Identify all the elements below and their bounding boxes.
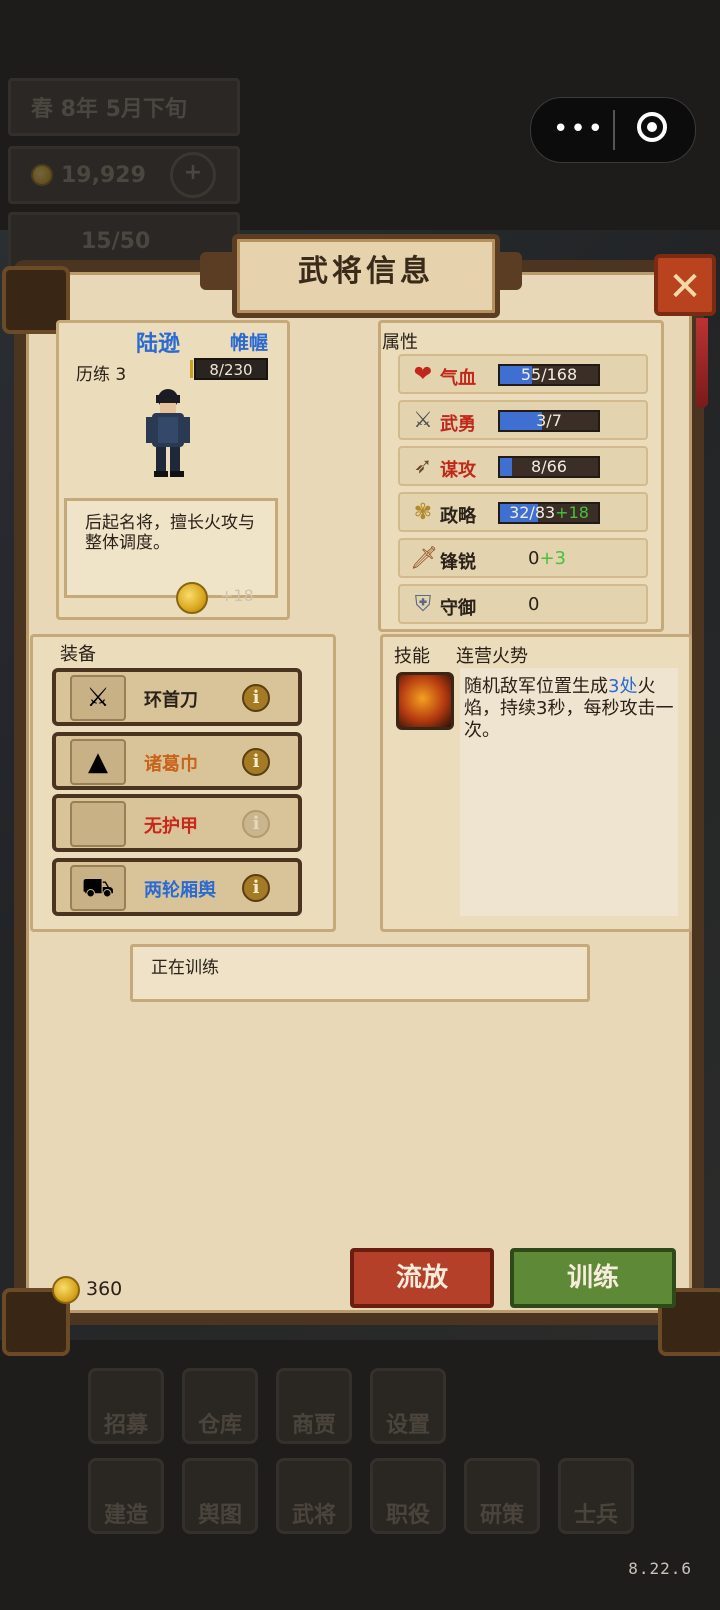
attr-value: 32/83+18 xyxy=(509,503,589,522)
menu-recruit[interactable]: 招募 xyxy=(88,1368,164,1444)
menu-merchant[interactable]: 商贾 xyxy=(276,1368,352,1444)
bottom-menu: 招募 仓库 商贾 设置 建造 舆图 武将 职役 研策 士兵 xyxy=(0,1340,720,1610)
cart-icon: ⛟ xyxy=(70,865,126,911)
heart-icon: ❤ xyxy=(413,362,433,387)
gold-coin-icon xyxy=(52,1276,80,1304)
attr-label: 锋锐 xyxy=(440,552,476,573)
attr-bar: 3/7 xyxy=(498,410,600,432)
hero-avatar xyxy=(146,389,190,477)
crossed-swords-icon: ⚔ xyxy=(413,408,433,433)
attr-label: 守御 xyxy=(440,598,476,619)
gold-coin-icon xyxy=(31,164,53,186)
menu-build[interactable]: 建造 xyxy=(88,1458,164,1534)
equip-name: 两轮厢舆 xyxy=(144,880,216,901)
attributes-title: 属性 xyxy=(382,332,418,353)
gold-text: 19,929 xyxy=(61,162,146,188)
attr-bar: 8/66 xyxy=(498,456,600,478)
capsule-divider xyxy=(613,110,615,150)
hero-description-text: 后起名将，擅长火攻与整体调度。 xyxy=(85,513,255,553)
train-button[interactable]: 训练 xyxy=(510,1248,676,1308)
miniprogram-capsule: ••• xyxy=(530,97,696,163)
close-button[interactable]: ✕ xyxy=(654,254,716,316)
attr-row-politics: ✾ 政略 32/83+18 xyxy=(398,492,648,532)
attr-row-hp: ❤ 气血 55/168 xyxy=(398,354,648,394)
attr-value: 8/66 xyxy=(531,457,567,476)
hero-tag: 帷幄 xyxy=(230,332,269,354)
equip-mount[interactable]: ⛟ 两轮厢舆 i xyxy=(52,858,302,916)
attr-bonus: +18 xyxy=(555,503,589,522)
attr-label: 气血 xyxy=(440,368,476,389)
info-button[interactable]: i xyxy=(242,684,270,712)
exile-button[interactable]: 流放 xyxy=(350,1248,494,1308)
attr-row-defense: ⛨ 守御 0 xyxy=(398,584,648,624)
xp-bar: 8/230 xyxy=(190,358,268,380)
description-bonus: +18 xyxy=(220,586,254,605)
equip-name: 环首刀 xyxy=(144,690,198,711)
gold-display: 19,929 + xyxy=(8,146,240,204)
sword-icon: 🗡 xyxy=(410,546,438,571)
attr-bar: 55/168 xyxy=(498,364,600,386)
attr-label: 武勇 xyxy=(440,414,476,435)
attr-value: 3/7 xyxy=(536,411,562,430)
sword-icon: ⚔ xyxy=(70,675,126,721)
shield-icon: ⛨ xyxy=(414,592,432,617)
empty-slot-icon xyxy=(70,801,126,847)
attr-bar: 32/83+18 xyxy=(498,502,600,524)
attr-value: 55/168 xyxy=(520,365,578,384)
info-button[interactable]: i xyxy=(242,748,270,776)
attr-label: 政略 xyxy=(440,506,476,527)
version-label: 8.22.6 xyxy=(628,1559,692,1578)
skill-description: 随机敌军位置生成3处火焰，持续3秒，每秒攻击一次。 xyxy=(464,676,674,741)
menu-generals[interactable]: 武将 xyxy=(276,1458,352,1534)
hat-icon: ▲ xyxy=(70,739,126,785)
skill-highlight: 3处 xyxy=(608,676,638,697)
population-text: 15/50 xyxy=(81,228,151,254)
attr-value: 0+3 xyxy=(528,548,566,569)
hero-level: 历练 3 xyxy=(76,365,127,385)
target-icon[interactable] xyxy=(637,112,667,142)
menu-jobs[interactable]: 职役 xyxy=(370,1458,446,1534)
menu-map[interactable]: 舆图 xyxy=(182,1458,258,1534)
tassel-decoration xyxy=(696,318,708,408)
date-text: 春 8年 5月下旬 xyxy=(31,97,187,122)
close-icon: ✕ xyxy=(668,264,702,310)
menu-research[interactable]: 研策 xyxy=(464,1458,540,1534)
money-amount: 360 xyxy=(86,1278,123,1300)
attr-row-valor: ⚔ 武勇 3/7 xyxy=(398,400,648,440)
training-status: 正在训练 xyxy=(130,944,590,1002)
skill-title: 技能 xyxy=(394,646,430,667)
fire-skill-icon xyxy=(396,672,454,730)
hero-name: 陆逊 xyxy=(136,332,181,357)
equip-weapon[interactable]: ⚔ 环首刀 i xyxy=(52,668,302,726)
equip-name: 诸葛巾 xyxy=(144,754,198,775)
attr-bonus: +3 xyxy=(539,548,566,569)
attr-row-strategy: ➶ 谋攻 8/66 xyxy=(398,446,648,486)
gold-coin-icon xyxy=(176,582,208,614)
plus-icon[interactable]: + xyxy=(169,152,216,198)
attr-row-sharpness: 🗡 锋锐 0+3 xyxy=(398,538,648,578)
equipment-title: 装备 xyxy=(60,644,96,665)
menu-soldiers[interactable]: 士兵 xyxy=(558,1458,634,1534)
attr-value: 0 xyxy=(528,594,540,615)
attr-label: 谋攻 xyxy=(440,460,476,481)
more-dots-icon[interactable]: ••• xyxy=(553,116,605,142)
skill-name: 连营火势 xyxy=(456,646,528,667)
equip-armor[interactable]: 无护甲 i xyxy=(52,794,302,852)
equip-name: 无护甲 xyxy=(144,816,198,837)
menu-warehouse[interactable]: 仓库 xyxy=(182,1368,258,1444)
hero-description: 后起名将，擅长火攻与整体调度。 xyxy=(64,498,278,598)
dialog-title: 武将信息 xyxy=(232,234,500,318)
menu-settings[interactable]: 设置 xyxy=(370,1368,446,1444)
equip-hat[interactable]: ▲ 诸葛巾 i xyxy=(52,732,302,790)
info-button[interactable]: i xyxy=(242,810,270,838)
wheat-icon: ✾ xyxy=(413,500,433,525)
status-text: 正在训练 xyxy=(151,958,219,978)
bow-icon: ➶ xyxy=(413,454,433,479)
info-button[interactable]: i xyxy=(242,874,270,902)
date-display: 春 8年 5月下旬 xyxy=(8,78,240,136)
